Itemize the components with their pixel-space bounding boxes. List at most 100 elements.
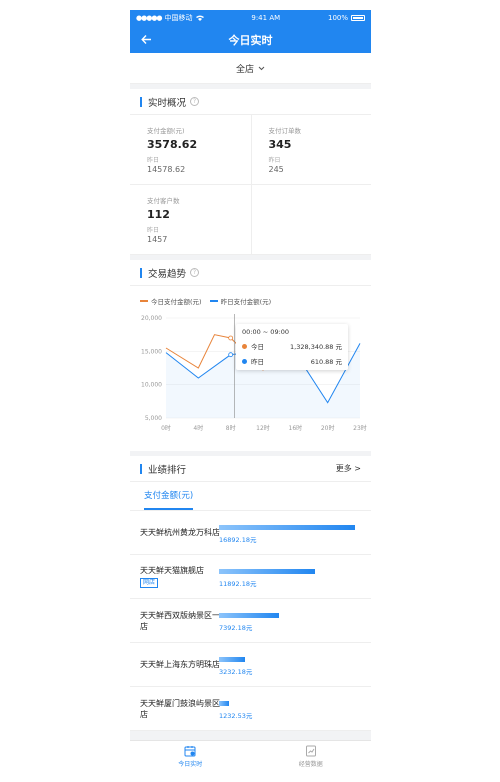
rank-bar	[219, 701, 229, 706]
x-tick-label: 8时	[226, 424, 236, 432]
ranking-list: 天天鲜杭州黄龙万科店 16892.18元 天天鲜天猫旗舰店 网店 11892.18元 天天…	[130, 511, 371, 731]
metric-yesterday-value: 14578.62	[147, 165, 186, 174]
store-name: 天天鲜杭州黄龙万科店	[140, 528, 220, 537]
page-title: 今日实时	[228, 33, 273, 47]
store-name-box: 天天鲜杭州黄龙万科店	[140, 527, 220, 538]
tooltip-yesterday-value: 610.88 元	[310, 358, 342, 366]
ranking-row[interactable]: 天天鲜天猫旗舰店 网店 11892.18元	[130, 555, 371, 599]
store-name-box: 天天鲜厦门鼓浪屿景区店	[140, 698, 220, 720]
rank-bar-box: 11892.18元	[219, 569, 355, 588]
ranking-row[interactable]: 天天鲜厦门鼓浪屿景区店 1232.53元	[130, 687, 371, 731]
y-tick-label: 15,000	[141, 348, 162, 355]
bottom-tab-label: 经营数据	[298, 761, 323, 768]
trend-header: 交易趋势 ?	[130, 260, 371, 286]
rank-value: 11892.18元	[219, 580, 257, 588]
chart-tooltip: 00:00 ~ 09:00 今日 1,328,340.88 元 昨日 610.8…	[236, 324, 348, 370]
metric-yesterday-label: 昨日	[147, 157, 160, 164]
back-button[interactable]	[138, 31, 154, 47]
tab-pay-amount[interactable]: 支付金额(元)	[144, 489, 194, 510]
battery-icon	[351, 15, 365, 21]
rank-value: 16892.18元	[219, 536, 257, 544]
metric-label: 支付金额(元)	[147, 127, 185, 135]
rank-value: 3232.18元	[219, 668, 253, 676]
store-name-box: 天天鲜上海东方明珠店	[140, 659, 220, 670]
help-icon[interactable]: ?	[190, 268, 200, 277]
store-name: 天天鲜天猫旗舰店	[140, 566, 204, 575]
metric-order-count: 支付订单数 345 昨日 245	[250, 115, 371, 185]
bottom-tab-label: 今日实时	[178, 761, 203, 768]
rank-bar-box: 1232.53元	[219, 701, 355, 720]
rank-bar-box: 7392.18元	[219, 613, 355, 632]
y-tick-label: 5,000	[145, 415, 162, 422]
carrier: 中国移动	[164, 14, 193, 22]
rank-value: 1232.53元	[219, 712, 253, 720]
overview-grid: 支付金额(元) 3578.62 昨日 14578.62 支付订单数 345 昨日…	[130, 115, 371, 255]
metric-pay-amount: 支付金额(元) 3578.62 昨日 14578.62	[130, 115, 251, 185]
x-tick-label: 20时	[321, 424, 335, 432]
metric-customer-count: 支付客户数 112 昨日 1457	[130, 185, 251, 255]
tooltip-time: 00:00 ~ 09:00	[242, 328, 290, 336]
x-tick-label: 0时	[161, 424, 171, 432]
section-marker	[140, 463, 142, 474]
metric-value: 345	[268, 138, 292, 151]
metric-value: 3578.62	[147, 138, 198, 151]
legend-swatch	[209, 300, 218, 302]
chart-legend: 今日支付金额(元) 昨日支付金额(元)	[140, 296, 271, 306]
tooltip-yesterday-label: 昨日	[251, 358, 264, 366]
ranking-row[interactable]: 天天鲜杭州黄龙万科店 16892.18元	[130, 511, 371, 555]
tooltip-dot-yesterday	[242, 358, 247, 364]
rank-bar	[219, 525, 355, 530]
section-marker	[140, 267, 142, 278]
rank-bar	[219, 657, 246, 662]
overview-header: 实时概况 ?	[130, 89, 371, 115]
cursor-point-yesterday	[228, 352, 234, 358]
metric-label: 支付客户数	[147, 197, 180, 205]
ranking-title: 业绩排行	[148, 464, 187, 476]
store-name: 天天鲜厦门鼓浪屿景区店	[140, 698, 220, 719]
store-selected: 全店	[235, 64, 254, 75]
phone-screen: ●●●●● 中国移动 9:41 AM 100% 今日实时 全店 实时概况 ? 支…	[130, 10, 371, 772]
legend-swatch	[140, 300, 148, 302]
status-bar: ●●●●● 中国移动 9:41 AM 100%	[130, 10, 371, 26]
store-name-box: 天天鲜西双版纳景区一店	[140, 610, 220, 632]
metric-label: 支付订单数	[268, 127, 302, 135]
bottom-tab-bar: 今日实时 经营数据	[130, 740, 371, 772]
metric-value: 112	[147, 208, 170, 221]
ranking-row[interactable]: 天天鲜上海东方明珠店 3232.18元	[130, 643, 371, 687]
y-tick-label: 10,000	[141, 382, 162, 389]
help-icon[interactable]: ?	[190, 97, 200, 106]
wifi-icon	[195, 15, 204, 21]
overview-title: 实时概况	[148, 97, 187, 109]
bottom-tab-realtime[interactable]: 今日实时	[130, 741, 251, 772]
ranking-tabs: 支付金额(元)	[130, 482, 371, 511]
rank-bar-box: 3232.18元	[219, 657, 355, 676]
legend-yesterday[interactable]: 昨日支付金额(元)	[209, 296, 272, 306]
rank-bar	[219, 613, 279, 618]
ranking-row[interactable]: 天天鲜西双版纳景区一店 7392.18元	[130, 599, 371, 643]
legend-today[interactable]: 今日支付金额(元)	[140, 296, 202, 306]
rank-bar	[219, 569, 315, 574]
chevron-down-icon	[258, 66, 265, 70]
tooltip-today-value: 1,328,340.88 元	[290, 343, 342, 351]
legend-label: 昨日支付金额(元)	[220, 298, 272, 306]
rank-value: 7392.18元	[219, 624, 253, 632]
ranking-header: 业绩排行 更多 >	[130, 456, 371, 482]
arrow-left-icon	[140, 34, 151, 44]
metric-yesterday-label: 昨日	[268, 157, 281, 164]
store-name: 天天鲜上海东方明珠店	[140, 660, 220, 669]
legend-label: 今日支付金额(元)	[151, 298, 202, 306]
status-time: 9:41 AM	[251, 14, 281, 22]
store-selector[interactable]: 全店	[130, 53, 371, 84]
battery-text: 100%	[327, 14, 348, 22]
signal-icon: ●●●●●	[136, 14, 163, 22]
x-tick-label: 12时	[256, 424, 270, 432]
calendar-icon	[184, 746, 196, 757]
cursor-point-today	[228, 335, 234, 341]
bottom-tab-business[interactable]: 经营数据	[251, 741, 372, 772]
trend-chart: 今日支付金额(元) 昨日支付金额(元) 20,000 15,000 10,000 5,…	[130, 286, 371, 451]
x-tick-label: 4时	[193, 424, 203, 432]
more-link[interactable]: 更多 >	[336, 463, 361, 474]
rank-bar-box: 16892.18元	[219, 525, 355, 544]
metric-yesterday-value: 1457	[147, 235, 168, 244]
report-icon	[305, 745, 316, 757]
